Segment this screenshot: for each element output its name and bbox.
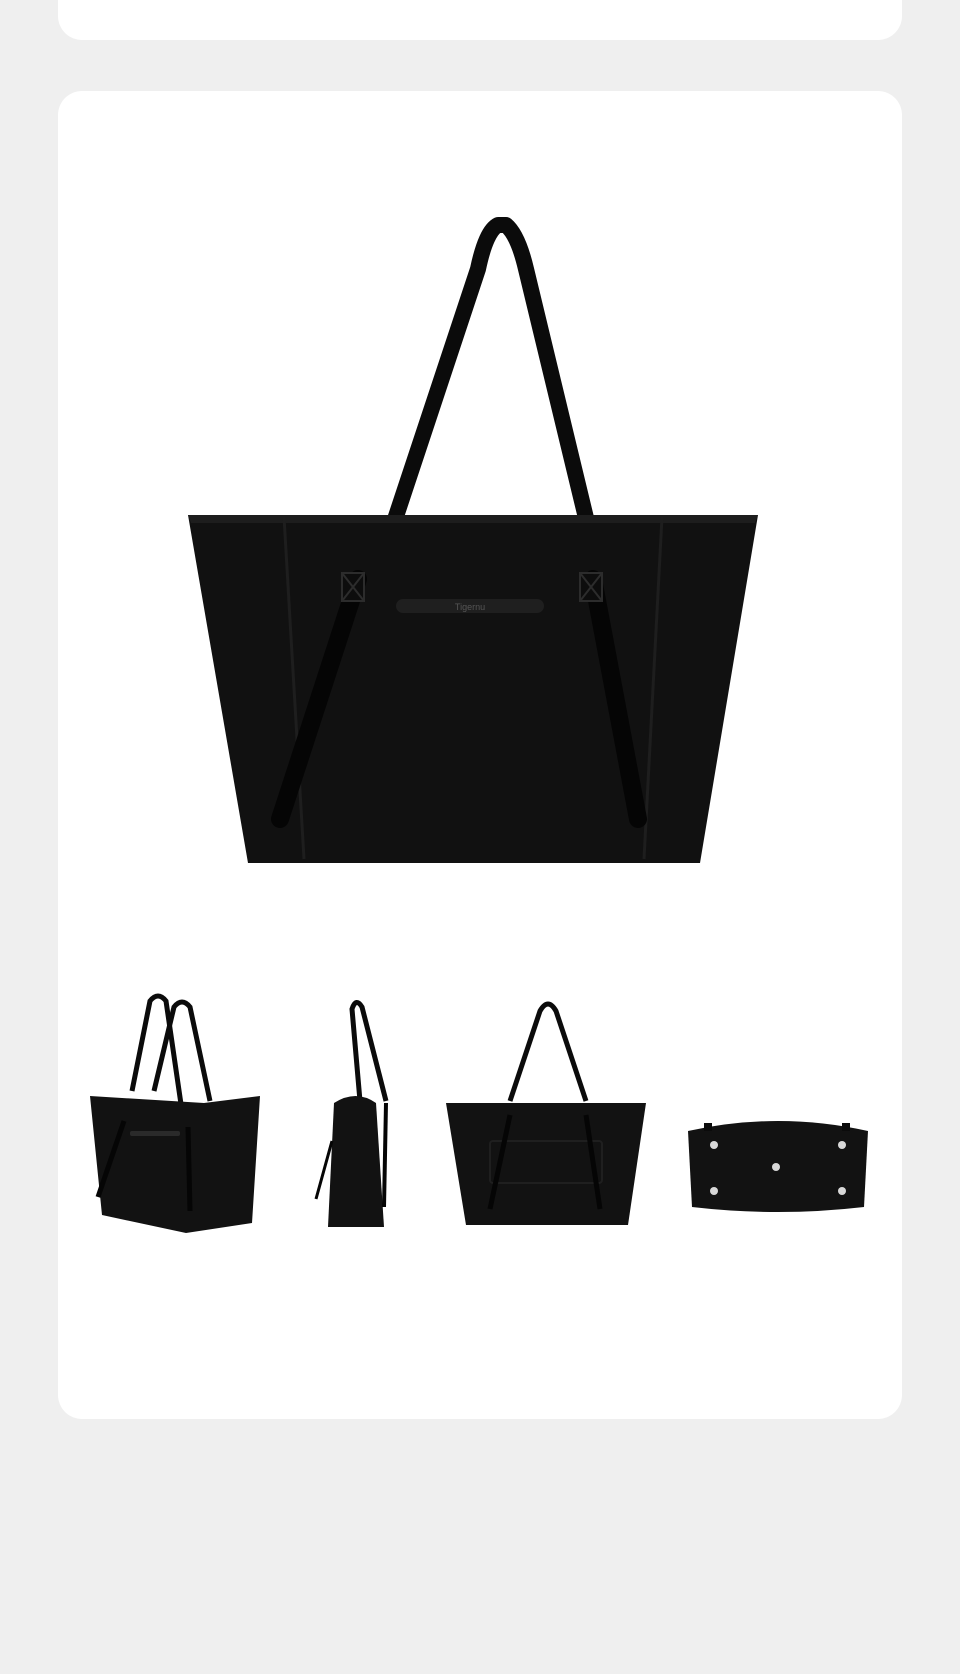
thumbnail-bottom-view[interactable] xyxy=(678,1091,878,1221)
hero-left-strap-patch xyxy=(341,572,365,602)
product-hero-image[interactable]: Tigernu xyxy=(58,91,902,991)
hero-right-strap-patch xyxy=(579,572,603,602)
previous-card xyxy=(58,0,902,40)
hero-brand-mark: Tigernu xyxy=(455,602,485,612)
thumbnail-angle-view[interactable] xyxy=(84,991,274,1241)
thumbnail-side-view[interactable] xyxy=(304,991,424,1241)
product-gallery-card: Tigernu xyxy=(58,91,902,1419)
thumbnail-back-view[interactable] xyxy=(440,991,660,1241)
